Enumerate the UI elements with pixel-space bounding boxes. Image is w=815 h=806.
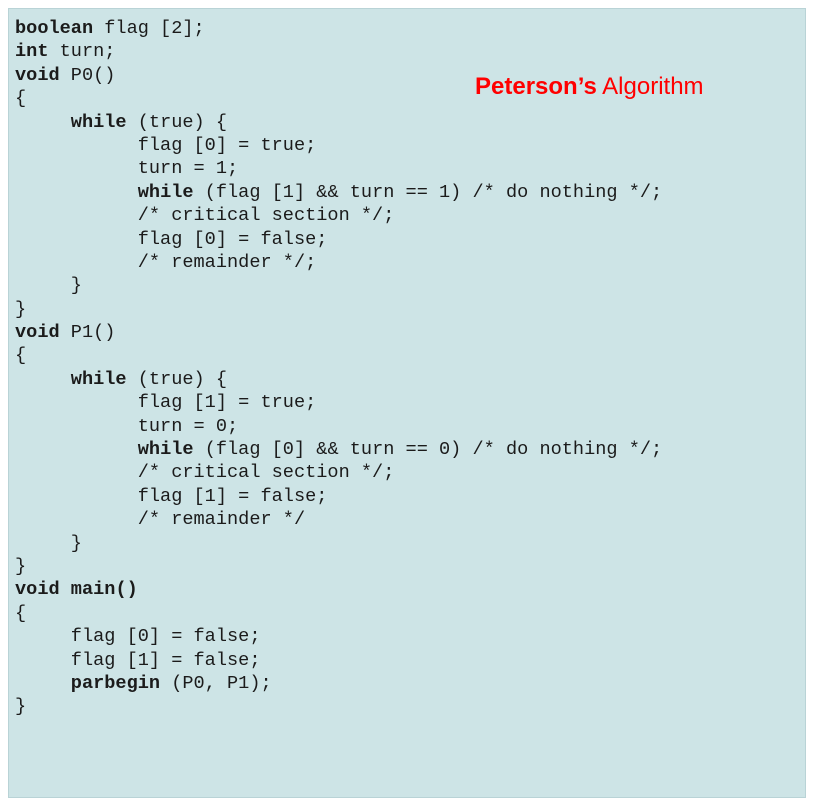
- code-line: while (flag [0] && turn == 0) /* do noth…: [15, 438, 662, 461]
- code-text: flag [0] = false;: [15, 626, 261, 648]
- code-keyword: (): [115, 579, 138, 601]
- code-line: flag [1] = false;: [15, 649, 662, 672]
- code-line: flag [1] = true;: [15, 391, 662, 414]
- code-line: flag [0] = false;: [15, 625, 662, 648]
- code-text: flag [1] = true;: [15, 392, 317, 414]
- code-line: }: [15, 532, 662, 555]
- code-keyword: void: [15, 322, 60, 344]
- code-line: void main(): [15, 578, 662, 601]
- code-text: }: [15, 298, 27, 320]
- code-text: flag [0] = true;: [15, 134, 317, 156]
- title-rest: Algorithm: [596, 73, 704, 100]
- code-text: (flag [0] && turn == 0) /* do nothing */…: [193, 439, 663, 461]
- code-line: {: [15, 602, 662, 625]
- code-line: int turn;: [15, 40, 662, 63]
- code-line: while (flag [1] && turn == 1) /* do noth…: [15, 181, 662, 204]
- code-line: parbegin (P0, P1);: [15, 672, 662, 695]
- code-line: /* remainder */: [15, 508, 662, 531]
- code-line: }: [15, 274, 662, 297]
- code-line: /* critical section */;: [15, 461, 662, 484]
- code-text: (true) {: [126, 111, 228, 133]
- code-line: void P1(): [15, 321, 662, 344]
- code-text: P1(): [59, 322, 116, 344]
- code-line: boolean flag [2];: [15, 17, 662, 40]
- code-text: {: [15, 88, 27, 110]
- code-text: P0(): [59, 64, 116, 86]
- code-keyword: void: [15, 64, 60, 86]
- code-text: /* remainder */: [15, 509, 306, 531]
- code-text: /* critical section */;: [15, 462, 395, 484]
- code-line: turn = 1;: [15, 157, 662, 180]
- code-keyword: void main: [15, 579, 116, 601]
- code-keyword: parbegin: [70, 672, 161, 694]
- code-text: (true) {: [126, 368, 228, 390]
- code-text: }: [15, 532, 82, 554]
- code-text: (P0, P1);: [160, 672, 272, 694]
- slide: boolean flag [2]; int turn; void P0(){ whi…: [0, 0, 815, 806]
- code-line: while (true) {: [15, 368, 662, 391]
- code-line: flag [0] = false;: [15, 228, 662, 251]
- code-text: {: [15, 602, 27, 624]
- code-text: flag [1] = false;: [15, 649, 261, 671]
- code-text: flag [0] = false;: [15, 228, 328, 250]
- title-bold-word: Peterson’s: [475, 73, 597, 100]
- code-text: turn;: [48, 41, 116, 63]
- code-text: }: [15, 555, 27, 577]
- slide-title: Peterson’s Algorithm: [475, 73, 704, 101]
- code-line: }: [15, 695, 662, 718]
- code-text: }: [15, 275, 82, 297]
- code-line: while (true) {: [15, 111, 662, 134]
- code-keyword: while: [70, 111, 127, 133]
- code-text: flag [2];: [93, 18, 205, 39]
- code-panel: boolean flag [2]; int turn; void P0(){ whi…: [8, 8, 806, 798]
- code-text: (flag [1] && turn == 1) /* do nothing */…: [193, 181, 663, 203]
- code-text: flag [1] = false;: [15, 485, 328, 507]
- code-line: turn = 0;: [15, 415, 662, 438]
- code-keyword: while: [137, 181, 194, 203]
- code-keyword: while: [70, 368, 127, 390]
- code-keyword: while: [137, 439, 194, 461]
- code-text: turn = 1;: [15, 158, 239, 180]
- code-keyword: int: [15, 41, 49, 63]
- code-line: }: [15, 298, 662, 321]
- code-line: }: [15, 555, 662, 578]
- code-line: flag [1] = false;: [15, 485, 662, 508]
- code-line: /* critical section */;: [15, 204, 662, 227]
- code-listing: boolean flag [2]; int turn; void P0(){ whi…: [15, 17, 662, 719]
- code-line: flag [0] = true;: [15, 134, 662, 157]
- code-text: /* critical section */;: [15, 205, 395, 227]
- code-text: turn = 0;: [15, 415, 239, 437]
- code-text: {: [15, 345, 27, 367]
- code-line: {: [15, 344, 662, 367]
- code-text: /* remainder */;: [15, 251, 317, 273]
- code-line: /* remainder */;: [15, 251, 662, 274]
- code-keyword: boolean: [15, 18, 94, 39]
- code-text: }: [15, 696, 27, 718]
